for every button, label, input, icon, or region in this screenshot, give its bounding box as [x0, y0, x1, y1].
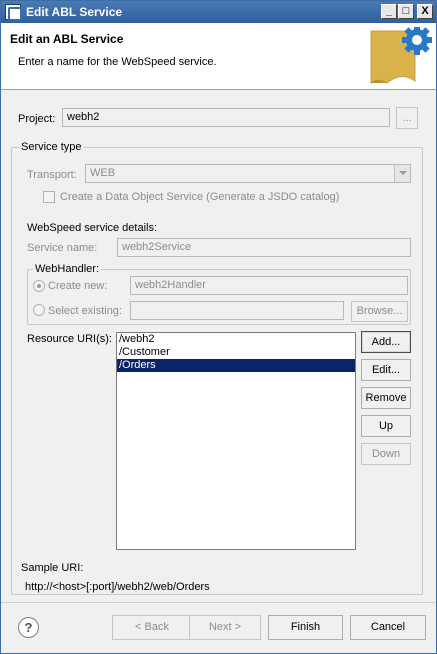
abl-service-icon — [5, 4, 22, 21]
help-icon[interactable]: ? — [18, 617, 39, 638]
wizard-banner-icon — [370, 27, 432, 85]
transport-combo[interactable]: WEB — [85, 164, 411, 183]
service-name-label: Service name: — [27, 242, 98, 254]
close-button[interactable]: X — [417, 4, 433, 19]
edit-abl-service-dialog: Edit ABL Service _ □ X Edit an ABL Servi… — [0, 0, 437, 654]
move-up-button[interactable]: Up — [361, 415, 411, 437]
transport-value: WEB — [90, 167, 116, 179]
page-title: Edit an ABL Service — [10, 32, 124, 46]
create-new-field[interactable]: webh2Handler — [130, 276, 408, 295]
data-object-checkbox[interactable] — [43, 191, 55, 203]
list-item[interactable]: /Orders — [117, 359, 355, 372]
data-object-checkbox-label: Create a Data Object Service (Generate a… — [60, 191, 340, 203]
transport-label: Transport: — [27, 169, 77, 181]
next-button[interactable]: Next > — [189, 615, 261, 640]
cancel-button[interactable]: Cancel — [350, 615, 426, 640]
webhandler-title: WebHandler: — [33, 263, 101, 275]
edit-resource-button[interactable]: Edit... — [361, 359, 411, 381]
back-button[interactable]: < Back — [112, 615, 192, 640]
window-title: Edit ABL Service — [26, 5, 123, 19]
wizard-banner: Edit an ABL Service Enter a name for the… — [1, 23, 436, 90]
chevron-down-icon[interactable] — [394, 165, 410, 182]
select-existing-field[interactable] — [130, 301, 344, 320]
webspeed-details-label: WebSpeed service details: — [27, 222, 158, 234]
create-new-radio[interactable] — [33, 280, 45, 292]
resource-uris-label: Resource URI(s): — [27, 333, 112, 345]
add-resource-button[interactable]: Add... — [361, 331, 411, 353]
finish-button[interactable]: Finish — [268, 615, 343, 640]
resource-uri-list[interactable]: /webh2 /Customer /Orders — [116, 332, 356, 550]
remove-resource-button[interactable]: Remove — [361, 387, 411, 409]
minimize-button[interactable]: _ — [381, 4, 397, 19]
list-item[interactable]: /webh2 — [117, 333, 355, 346]
page-description: Enter a name for the WebSpeed service. — [18, 56, 217, 68]
project-browse-button[interactable]: ... — [396, 107, 418, 129]
sample-uri-label: Sample URI: — [21, 562, 84, 574]
maximize-button[interactable]: □ — [398, 4, 414, 19]
create-new-label: Create new: — [48, 280, 108, 292]
list-item[interactable]: /Customer — [117, 346, 355, 359]
webhandler-browse-button[interactable]: Browse... — [351, 301, 408, 322]
select-existing-radio[interactable] — [33, 304, 45, 316]
title-bar[interactable]: Edit ABL Service _ □ X — [1, 1, 436, 23]
project-label: Project: — [18, 113, 56, 125]
service-type-title: Service type — [19, 141, 84, 153]
select-existing-label: Select existing: — [48, 305, 122, 317]
move-down-button[interactable]: Down — [361, 443, 411, 465]
footer-divider — [1, 602, 436, 603]
service-name-field[interactable]: webh2Service — [117, 238, 411, 257]
project-field[interactable]: webh2 — [62, 108, 390, 127]
sample-uri-value: http://<host>[:port]/webh2/web/Orders — [25, 581, 210, 593]
